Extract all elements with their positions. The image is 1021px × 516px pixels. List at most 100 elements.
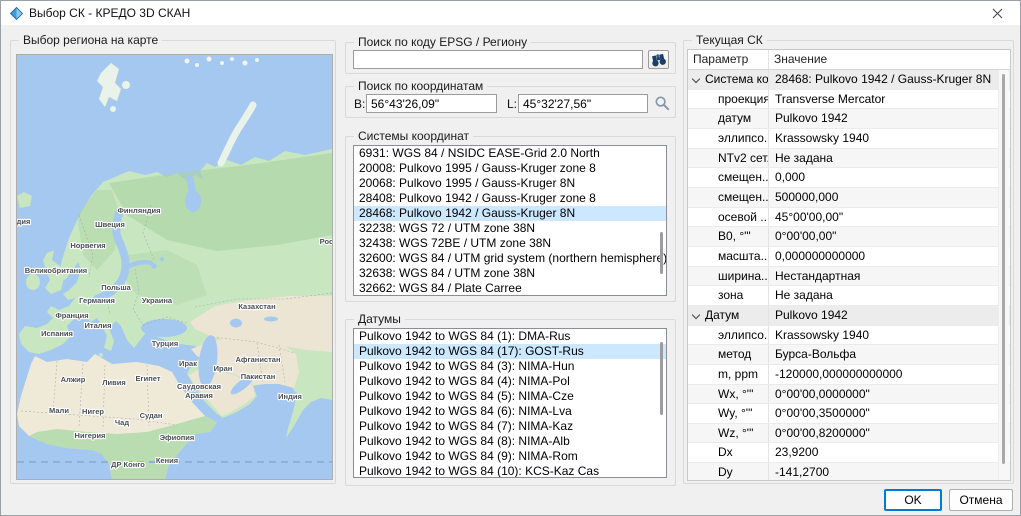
map-country-label: Ливия bbox=[102, 378, 125, 387]
current-cs-label: Текущая СК bbox=[692, 33, 767, 47]
chevron-down-icon[interactable] bbox=[692, 75, 700, 83]
list-item[interactable]: Pulkovo 1942 to WGS 84 (10): KCS-Kaz Cas bbox=[354, 464, 666, 478]
map-country-label: Германия bbox=[79, 296, 115, 305]
current-cs-group: Текущая СК Параметр Значение Система ко.… bbox=[683, 40, 1014, 484]
list-item[interactable]: Pulkovo 1942 to WGS 84 (1): DMA-Rus bbox=[354, 329, 666, 344]
value-cell: 0°00'00,8200000" bbox=[768, 424, 1010, 443]
list-item[interactable]: 32638: WGS 84 / UTM zone 38N bbox=[354, 266, 666, 281]
close-button[interactable] bbox=[975, 1, 1020, 25]
map-country-label: Россия bbox=[320, 237, 332, 246]
datums-scrollbar-thumb[interactable] bbox=[660, 342, 663, 415]
table-row[interactable]: m, ppm-120000,000000000000 bbox=[688, 365, 1010, 385]
table-row[interactable]: NTv2 сет...Не задана bbox=[688, 149, 1010, 169]
cs-table-header: Параметр Значение bbox=[688, 50, 1010, 70]
expander-cell[interactable] bbox=[688, 70, 705, 89]
table-row[interactable]: ширина...Нестандартная bbox=[688, 267, 1010, 287]
list-item[interactable]: 20068: Pulkovo 1995 / Gauss-Kruger 8N bbox=[354, 176, 666, 191]
table-row[interactable]: B0, °'"0°00'00,00" bbox=[688, 227, 1010, 247]
systems-group: Системы координат 6931: WGS 84 / NSIDC E… bbox=[345, 136, 676, 302]
param-cell: Dx bbox=[705, 443, 768, 462]
map-country-label: Египет bbox=[135, 374, 160, 383]
expander-cell bbox=[688, 286, 705, 305]
list-item[interactable]: 32662: WGS 84 / Plate Carree bbox=[354, 281, 666, 296]
datums-list[interactable]: Pulkovo 1942 to WGS 84 (1): DMA-RusPulko… bbox=[353, 328, 667, 478]
epsg-search-input[interactable] bbox=[353, 50, 643, 69]
list-item[interactable]: 28408: Pulkovo 1942 / Gauss-Kruger zone … bbox=[354, 191, 666, 206]
expander-cell bbox=[688, 208, 705, 227]
datums-group: Датумы Pulkovo 1942 to WGS 84 (1): DMA-R… bbox=[345, 319, 676, 486]
list-item[interactable]: 20008: Pulkovo 1995 / Gauss-Kruger zone … bbox=[354, 161, 666, 176]
list-item[interactable]: 28468: Pulkovo 1942 / Gauss-Kruger 8N bbox=[354, 206, 666, 221]
table-row[interactable]: Wy, °'"0°00'00,3500000" bbox=[688, 404, 1010, 424]
cancel-button[interactable]: Отмена bbox=[949, 489, 1013, 511]
table-row[interactable]: зонаНе задана bbox=[688, 286, 1010, 306]
coord-search-button[interactable] bbox=[652, 94, 671, 112]
table-row[interactable]: Система ко...28468: Pulkovo 1942 / Gauss… bbox=[688, 70, 1010, 90]
list-item[interactable]: 32238: WGS 72 / UTM zone 38N bbox=[354, 221, 666, 236]
value-cell: 0,000 bbox=[768, 168, 1010, 187]
systems-list[interactable]: 6931: WGS 84 / NSIDC EASE-Grid 2.0 North… bbox=[353, 145, 667, 296]
value-cell: 23,9200 bbox=[768, 443, 1010, 462]
list-item[interactable]: Pulkovo 1942 to WGS 84 (8): NIMA-Alb bbox=[354, 434, 666, 449]
cs-table: Параметр Значение Система ко...28468: Pu… bbox=[687, 49, 1011, 481]
list-item[interactable]: 32600: WGS 84 / UTM grid system (norther… bbox=[354, 251, 666, 266]
longitude-input[interactable] bbox=[518, 94, 648, 113]
param-cell: смещен... bbox=[705, 168, 768, 187]
map-svg: ФинляндияИсландияШвецияНорвегияВеликобри… bbox=[17, 55, 332, 479]
map-country-label: Великобритания bbox=[25, 266, 87, 275]
table-row[interactable]: Dy-141,2700 bbox=[688, 463, 1010, 481]
expander-cell bbox=[688, 90, 705, 109]
ok-button[interactable]: OK bbox=[884, 489, 942, 511]
map-country-label: Пакистан bbox=[241, 372, 275, 381]
value-cell: Не задана bbox=[768, 286, 1010, 305]
systems-scrollbar-thumb[interactable] bbox=[660, 232, 663, 274]
list-item[interactable]: 32438: WGS 72BE / UTM zone 38N bbox=[354, 236, 666, 251]
value-cell: -141,2700 bbox=[768, 463, 1010, 481]
table-row[interactable]: датумPulkovo 1942 bbox=[688, 109, 1010, 129]
table-row[interactable]: проекцияTransverse Mercator bbox=[688, 90, 1010, 110]
list-item[interactable]: Pulkovo 1942 to WGS 84 (7): NIMA-Kaz bbox=[354, 419, 666, 434]
table-row[interactable]: Dx23,9200 bbox=[688, 443, 1010, 463]
column-header-value[interactable]: Значение bbox=[768, 50, 1010, 69]
table-row[interactable]: Wx, °'"0°00'00,0000000" bbox=[688, 385, 1010, 405]
map-country-label: Нигерия bbox=[75, 431, 106, 440]
table-scrollbar-thumb[interactable] bbox=[1002, 74, 1005, 464]
map-group: Выбор региона на карте bbox=[10, 40, 336, 484]
param-cell: смещен... bbox=[705, 188, 768, 207]
table-row[interactable]: смещен...500000,000 bbox=[688, 188, 1010, 208]
list-item[interactable]: Pulkovo 1942 to WGS 84 (6): NIMA-Lva bbox=[354, 404, 666, 419]
map-country-label: Эфиопия bbox=[160, 433, 195, 442]
table-row[interactable]: масшта...0,000000000000 bbox=[688, 247, 1010, 267]
table-row[interactable]: эллипсо...Krassowsky 1940 bbox=[688, 326, 1010, 346]
column-header-param[interactable]: Параметр bbox=[688, 50, 768, 69]
map-country-label: ДР Конго bbox=[111, 460, 145, 469]
table-row[interactable]: осевой ...45°00'00,00" bbox=[688, 208, 1010, 228]
epsg-search-button[interactable] bbox=[648, 50, 669, 69]
list-item[interactable]: Pulkovo 1942 to WGS 84 (9): NIMA-Rom bbox=[354, 449, 666, 464]
list-item[interactable]: Pulkovo 1942 to WGS 84 (5): NIMA-Cze bbox=[354, 389, 666, 404]
value-cell: Transverse Mercator bbox=[768, 90, 1010, 109]
expander-cell[interactable] bbox=[688, 306, 705, 325]
value-cell: 500000,000 bbox=[768, 188, 1010, 207]
value-cell: 28468: Pulkovo 1942 / Gauss-Kruger 8N bbox=[768, 70, 1010, 89]
param-cell: Wz, °'" bbox=[705, 424, 768, 443]
table-row[interactable]: эллипсо...Krassowsky 1940 bbox=[688, 129, 1010, 149]
cs-table-body: Система ко...28468: Pulkovo 1942 / Gauss… bbox=[688, 70, 1010, 481]
list-item[interactable]: Pulkovo 1942 to WGS 84 (17): GOST-Rus bbox=[354, 344, 666, 359]
list-item[interactable]: 6931: WGS 84 / NSIDC EASE-Grid 2.0 North bbox=[354, 146, 666, 161]
table-scrollbar[interactable] bbox=[998, 70, 1009, 479]
island-ireland bbox=[26, 274, 40, 290]
value-cell: 0°00'00,0000000" bbox=[768, 385, 1010, 404]
list-item[interactable]: Pulkovo 1942 to WGS 84 (3): NIMA-Hun bbox=[354, 359, 666, 374]
table-row[interactable]: методБурса-Вольфа bbox=[688, 345, 1010, 365]
list-item[interactable]: Pulkovo 1942 to WGS 84 (4): NIMA-Pol bbox=[354, 374, 666, 389]
datums-label: Датумы bbox=[354, 312, 405, 326]
table-row[interactable]: ДатумPulkovo 1942 bbox=[688, 306, 1010, 326]
latitude-input[interactable] bbox=[366, 94, 497, 113]
chevron-down-icon[interactable] bbox=[692, 311, 700, 319]
table-row[interactable]: Wz, °'"0°00'00,8200000" bbox=[688, 424, 1010, 444]
window-titlebar: Выбор СК - КРЕДО 3D СКАН bbox=[1, 1, 1020, 25]
region-map[interactable]: ФинляндияИсландияШвецияНорвегияВеликобри… bbox=[16, 54, 333, 480]
table-row[interactable]: смещен...0,000 bbox=[688, 168, 1010, 188]
map-country-label: Франция bbox=[55, 311, 88, 320]
